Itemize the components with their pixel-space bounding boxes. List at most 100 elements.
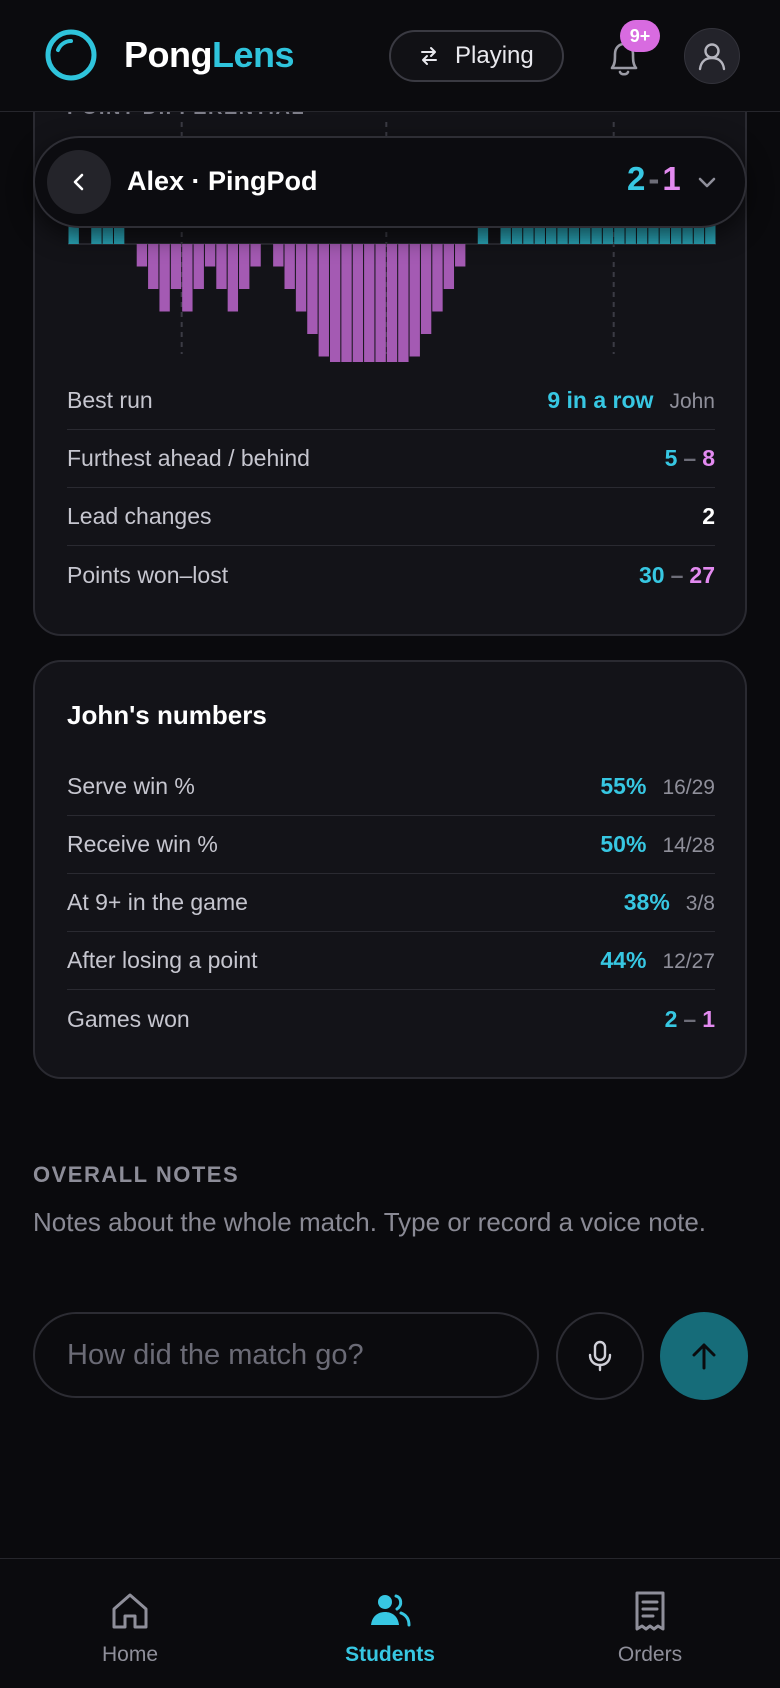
diff-bar (364, 244, 375, 362)
mode-label: Playing (455, 42, 534, 69)
arrow-up-icon (692, 1343, 716, 1370)
stat-value: 55% (600, 773, 647, 799)
user-icon (698, 43, 726, 71)
stat-right: 8 (702, 445, 715, 471)
match-title: Alex · PingPod (127, 166, 318, 196)
stat-label: Receive win % (67, 831, 218, 857)
diff-bar (375, 244, 386, 362)
nav-students-label: Students (345, 1643, 435, 1666)
bottom-navigation: Home Students Orders (0, 1558, 780, 1688)
diff-bar (216, 244, 227, 289)
diff-bar (295, 244, 307, 312)
stat-label: Serve win % (67, 773, 195, 799)
brand-logo-icon (45, 29, 97, 81)
nav-orders-label: Orders (617, 1643, 683, 1666)
stat-value: 44% (600, 947, 647, 973)
mode-switch-button[interactable]: Playing (389, 30, 564, 82)
match-score: 2 - 1 (627, 160, 681, 198)
stat-row-best-run: Best run 9 in a row John (67, 372, 715, 430)
diff-bar (420, 244, 432, 334)
player-numbers-card: John's numbers Serve win % 55% 16/29 Rece… (33, 660, 747, 1079)
stat-sep: – (683, 1005, 697, 1032)
diff-bar (341, 244, 352, 362)
receipt-icon (635, 1591, 665, 1631)
chevron-left-icon (73, 173, 84, 191)
score-sep: - (648, 160, 660, 197)
chevron-down-icon[interactable] (695, 170, 719, 194)
stat-label: At 9+ in the game (67, 889, 248, 915)
notes-heading: OVERALL NOTES (33, 1162, 240, 1187)
diff-bar (455, 244, 466, 267)
stat-label: Points won–lost (67, 561, 229, 588)
diff-bar (204, 244, 216, 267)
stat-row-points-won-lost: Points won–lost 30–27 (67, 546, 715, 604)
match-notes-input[interactable] (33, 1312, 539, 1398)
stat-row-after-losing-point: After losing a point 44% 12/27 (67, 932, 715, 990)
stat-left: 30 (639, 561, 665, 588)
diff-bar (148, 244, 159, 289)
diff-bar (239, 244, 250, 289)
brand-part-1: Pong (124, 34, 212, 75)
diff-bar (443, 244, 455, 289)
stat-value: 2 (702, 503, 715, 529)
diff-bar (386, 244, 398, 362)
nav-students[interactable]: Students (290, 1559, 490, 1688)
stat-row-furthest-ahead-behind: Furthest ahead / behind 5–8 (67, 430, 715, 488)
diff-bar (432, 244, 443, 312)
diff-bar (409, 244, 420, 357)
stat-row-serve-win: Serve win % 55% 16/29 (67, 758, 715, 816)
diff-bar (227, 244, 239, 312)
stat-value: 9 in a row (547, 387, 654, 413)
back-button[interactable] (47, 150, 111, 214)
stat-detail: 14/28 (662, 834, 715, 857)
score-right: 1 (662, 160, 681, 197)
stat-detail: 12/27 (662, 950, 715, 973)
stat-detail: 16/29 (662, 776, 715, 799)
stat-label: After losing a point (67, 947, 258, 973)
home-icon (112, 1593, 148, 1629)
profile-avatar-button[interactable] (684, 28, 740, 84)
diff-bar (159, 244, 170, 312)
nav-home[interactable]: Home (30, 1559, 230, 1688)
record-voice-note-button[interactable] (556, 1312, 644, 1400)
score-left: 2 (627, 160, 646, 197)
stat-left: 2 (664, 1005, 678, 1032)
microphone-icon (588, 1340, 612, 1372)
top-app-bar: PongLens Playing 9+ (0, 0, 780, 112)
nav-home-label: Home (101, 1643, 159, 1666)
notification-badge: 9+ (620, 20, 660, 52)
stat-label: Best run (67, 387, 153, 413)
stat-value: 38% (623, 889, 670, 915)
stat-sep: – (670, 561, 684, 588)
swap-icon (421, 47, 437, 65)
match-header-bar[interactable]: Alex · PingPod 2 - 1 (33, 136, 747, 228)
brand-wordmark: PongLens (124, 34, 295, 76)
brand-part-2: Lens (211, 34, 295, 75)
stat-row-lead-changes: Lead changes 2 (67, 488, 715, 546)
stat-detail: John (669, 390, 715, 413)
stat-row-at-9-plus: At 9+ in the game 38% 3/8 (67, 874, 715, 932)
diff-bar (170, 244, 182, 289)
stat-right: 1 (702, 1005, 715, 1032)
card-title: John's numbers (67, 700, 267, 730)
stat-label: Lead changes (67, 503, 212, 529)
diff-bar (182, 244, 193, 312)
stat-label: Furthest ahead / behind (67, 445, 310, 471)
stat-detail: 3/8 (685, 892, 715, 915)
stat-value: 50% (600, 831, 647, 857)
nav-orders[interactable]: Orders (550, 1559, 750, 1688)
notes-description: Notes about the whole match. Type or rec… (33, 1207, 707, 1237)
diff-bar (318, 244, 329, 357)
diff-bar (250, 244, 261, 267)
stat-left: 5 (664, 445, 678, 471)
diff-bar (352, 244, 364, 362)
diff-bar (273, 244, 284, 267)
diff-bar (136, 244, 148, 267)
stat-label: Games won (67, 1005, 190, 1032)
stat-row-games-won: Games won 2–1 (67, 990, 715, 1048)
diff-bar (329, 244, 341, 362)
send-note-button[interactable] (660, 1312, 748, 1400)
diff-bar (284, 244, 295, 289)
users-icon (371, 1594, 411, 1627)
diff-bar (398, 244, 409, 362)
